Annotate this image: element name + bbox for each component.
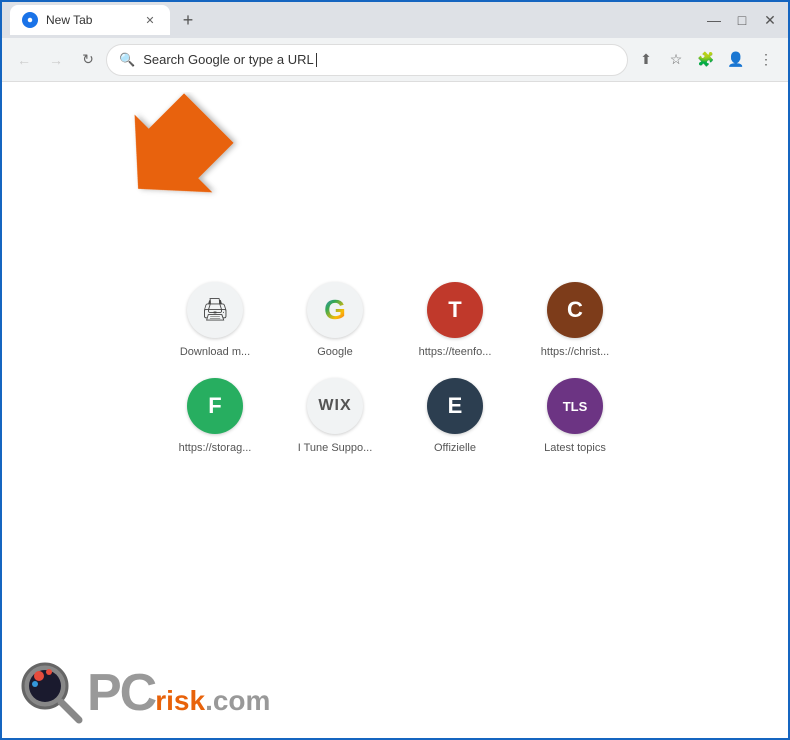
- share-icon[interactable]: ⬆: [632, 46, 660, 74]
- shortcut-icon-wix: WIX: [307, 378, 363, 434]
- shortcut-christ[interactable]: C https://christ...: [525, 282, 625, 358]
- minimize-button[interactable]: —: [704, 12, 724, 28]
- extensions-icon[interactable]: 🧩: [692, 46, 720, 74]
- shortcut-icon-tls: TLS: [547, 378, 603, 434]
- refresh-button[interactable]: ↻: [74, 46, 102, 74]
- shortcut-label-download: Download m...: [180, 346, 250, 358]
- com-text: .com: [205, 685, 270, 717]
- nav-right-icons: ⬆ ☆ 🧩 👤 ⋮: [632, 46, 780, 74]
- pcrisk-logo: PC risk .com: [17, 658, 270, 728]
- shortcut-wix[interactable]: WIX I Tune Suppo...: [285, 378, 385, 454]
- browser-tab[interactable]: New Tab ✕: [10, 5, 170, 35]
- shortcut-offizielle[interactable]: E Offizielle: [405, 378, 505, 454]
- shortcut-label-teen: https://teenfo...: [419, 346, 492, 358]
- tab-favicon: [22, 12, 38, 28]
- search-icon: 🔍: [119, 52, 135, 68]
- shortcut-label-google: Google: [317, 346, 352, 358]
- menu-icon[interactable]: ⋮: [752, 46, 780, 74]
- back-icon: ←: [17, 52, 31, 68]
- bookmark-icon[interactable]: ☆: [662, 46, 690, 74]
- shortcut-label-storage: https://storag...: [179, 442, 252, 454]
- shortcuts-grid: 🖨 Download m... G Google T https://teenf…: [165, 282, 625, 454]
- new-tab-button[interactable]: +: [174, 6, 202, 34]
- tab-title: New Tab: [46, 13, 92, 27]
- pcrisk-text: PC risk .com: [87, 663, 270, 723]
- back-button[interactable]: ←: [10, 46, 38, 74]
- risk-text: risk: [155, 685, 205, 717]
- arrow-container: [112, 92, 242, 227]
- maximize-button[interactable]: □: [732, 12, 752, 28]
- shortcut-icon-christ: C: [547, 282, 603, 338]
- shortcut-icon-download: 🖨: [187, 282, 243, 338]
- shortcut-download[interactable]: 🖨 Download m...: [165, 282, 265, 358]
- shortcut-storage[interactable]: F https://storag...: [165, 378, 265, 454]
- download-arrow-icon: [112, 92, 242, 222]
- pcrisk-magnifier-icon: [17, 658, 87, 728]
- shortcut-icon-storage: F: [187, 378, 243, 434]
- shortcut-google[interactable]: G Google: [285, 282, 385, 358]
- refresh-icon: ↻: [82, 51, 94, 68]
- shortcut-label-christ: https://christ...: [541, 346, 609, 358]
- shortcut-teen[interactable]: T https://teenfo...: [405, 282, 505, 358]
- window-controls: — □ ✕: [704, 12, 780, 29]
- page-content: 🖨 Download m... G Google T https://teenf…: [2, 82, 788, 738]
- shortcut-icon-teen: T: [427, 282, 483, 338]
- title-bar: New Tab ✕ + — □ ✕: [2, 2, 788, 38]
- address-text: Search Google or type a URL: [143, 52, 615, 68]
- shortcut-icon-google: G: [307, 282, 363, 338]
- browser-window: New Tab ✕ + — □ ✕ ← → ↻ 🔍 Search Google …: [0, 0, 790, 740]
- close-button[interactable]: ✕: [760, 12, 780, 29]
- shortcut-label-wix: I Tune Suppo...: [298, 442, 373, 454]
- forward-button[interactable]: →: [42, 46, 70, 74]
- shortcut-latest-topics[interactable]: TLS Latest topics: [525, 378, 625, 454]
- shortcut-icon-offizielle: E: [427, 378, 483, 434]
- navigation-bar: ← → ↻ 🔍 Search Google or type a URL ⬆ ☆ …: [2, 38, 788, 82]
- forward-icon: →: [49, 52, 63, 68]
- shortcut-label-offizielle: Offizielle: [434, 442, 476, 454]
- address-bar[interactable]: 🔍 Search Google or type a URL: [106, 44, 628, 76]
- shortcut-label-latest-topics: Latest topics: [544, 442, 606, 454]
- profile-icon[interactable]: 👤: [722, 46, 750, 74]
- pc-text: PC: [87, 663, 155, 723]
- tab-close-button[interactable]: ✕: [142, 12, 158, 28]
